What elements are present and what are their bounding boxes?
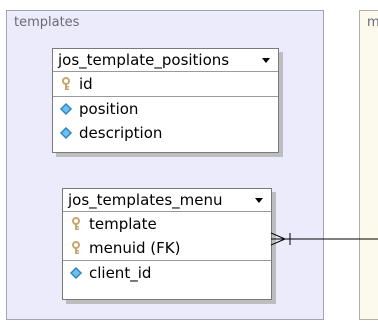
table-row[interactable]: id [53, 72, 278, 96]
dropdown-arrow-icon[interactable] [255, 197, 263, 203]
table-header[interactable]: jos_template_positions [53, 49, 278, 72]
columns-section: position description [53, 97, 278, 145]
column-name: position [79, 100, 139, 118]
templates-group-label: templates [14, 15, 80, 30]
table-row[interactable]: position [53, 97, 278, 121]
column-name: template [89, 215, 157, 233]
table-row[interactable]: template [63, 212, 271, 236]
table-header[interactable]: jos_templates_menu [63, 189, 271, 212]
table-row[interactable]: menuid (FK) [63, 236, 271, 260]
column-icon [59, 102, 73, 116]
column-name: description [79, 124, 163, 142]
dropdown-arrow-icon[interactable] [262, 57, 270, 63]
primary-key-section: template menuid (FK) [63, 212, 271, 261]
primary-key-section: id [53, 72, 278, 97]
adjacent-group: m [359, 10, 378, 320]
table-jos-template-positions[interactable]: jos_template_positions id position descr… [52, 48, 279, 153]
column-name: client_id [89, 264, 152, 282]
table-name: jos_template_positions [58, 51, 230, 69]
key-icon [62, 77, 70, 90]
adjacent-group-label: m [367, 15, 378, 30]
column-name: id [79, 75, 93, 93]
table-row[interactable]: client_id [63, 261, 271, 285]
column-icon [59, 126, 73, 140]
table-jos-templates-menu[interactable]: jos_templates_menu template menuid (FK) … [62, 188, 272, 300]
key-icon [72, 241, 80, 254]
templates-group: templates jos_template_positions id posi… [6, 10, 324, 320]
column-name: menuid (FK) [89, 239, 181, 257]
table-name: jos_templates_menu [68, 191, 223, 209]
column-icon [69, 266, 83, 280]
relationship-connector[interactable] [271, 232, 378, 246]
key-icon [72, 217, 80, 230]
table-row[interactable]: description [53, 121, 278, 145]
columns-section: client_id [63, 261, 271, 285]
